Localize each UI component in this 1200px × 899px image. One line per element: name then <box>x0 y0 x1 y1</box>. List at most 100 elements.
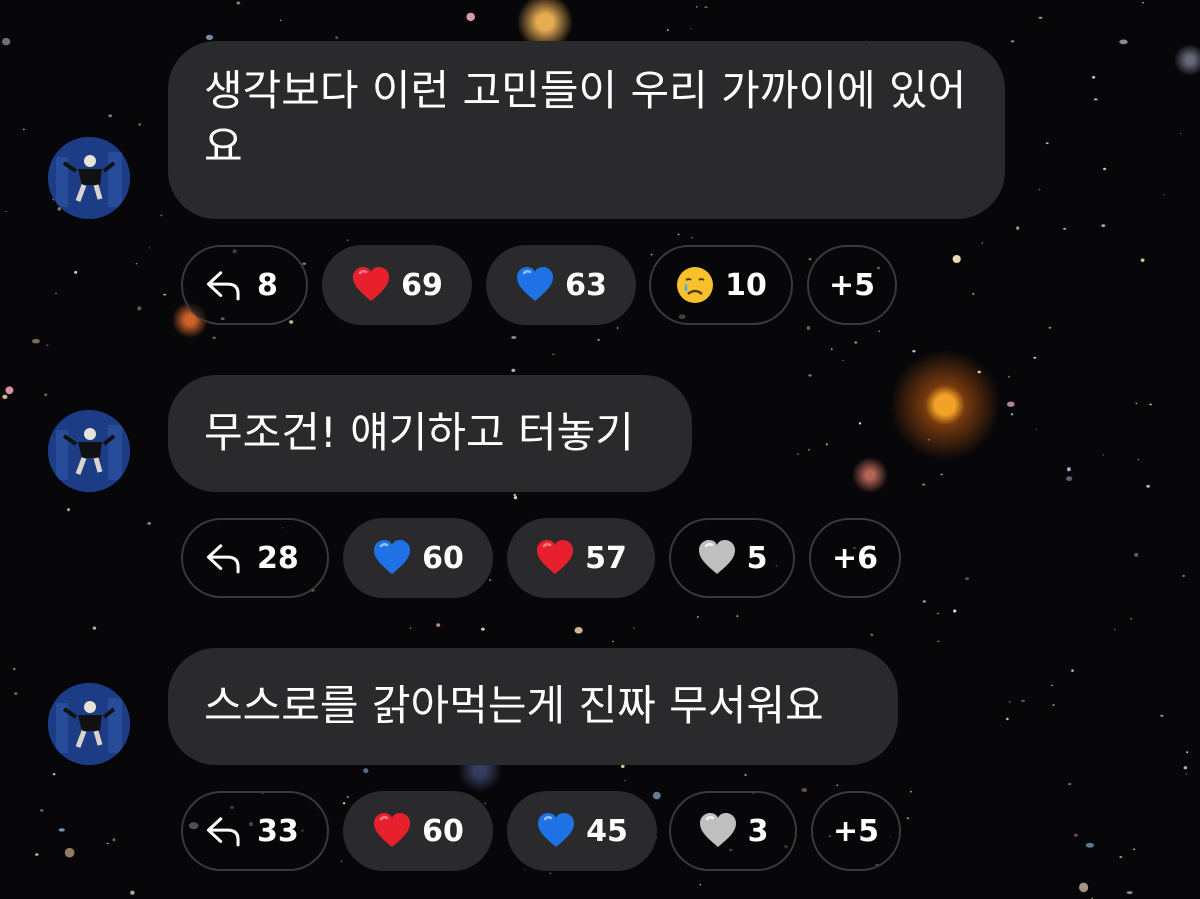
reaction-count: 63 <box>565 267 607 303</box>
star <box>806 326 811 330</box>
star <box>1008 701 1011 703</box>
star <box>67 508 70 512</box>
star <box>1103 167 1107 171</box>
star <box>623 780 626 781</box>
star <box>906 817 909 819</box>
reply-arrow-icon <box>206 271 240 301</box>
star <box>137 306 142 311</box>
star <box>5 386 14 395</box>
star <box>981 242 984 244</box>
reply-button[interactable]: 28 <box>181 518 329 598</box>
reaction-blue-heart[interactable]: 60 <box>343 518 493 598</box>
star <box>138 123 141 126</box>
star <box>1066 476 1073 482</box>
reaction-count: 45 <box>586 813 628 849</box>
reaction-red-heart[interactable]: 57 <box>507 518 655 598</box>
grey-heart-icon <box>698 540 735 574</box>
more-reactions-button[interactable]: +6 <box>809 518 901 598</box>
star <box>1119 39 1128 45</box>
more-reactions-button[interactable]: +5 <box>807 245 897 325</box>
star <box>130 890 135 895</box>
star <box>1068 783 1072 785</box>
star <box>1185 773 1188 775</box>
star <box>1085 842 1095 848</box>
star <box>1033 357 1037 359</box>
star <box>808 258 812 261</box>
reaction-blue-heart[interactable]: 45 <box>507 791 657 871</box>
star <box>696 6 698 8</box>
star <box>1 37 11 46</box>
star <box>236 1 241 5</box>
star <box>940 473 943 476</box>
star <box>13 667 16 671</box>
star <box>1063 227 1067 230</box>
star <box>1119 856 1123 858</box>
star <box>1163 194 1165 196</box>
star <box>696 616 699 618</box>
star <box>1186 751 1189 753</box>
star <box>1183 766 1188 770</box>
star <box>147 522 151 525</box>
star <box>135 263 138 265</box>
star <box>1180 133 1182 135</box>
comment-bubble: 스스로를 갉아먹는게 진짜 무서워요 <box>168 648 898 765</box>
crying-face-icon <box>677 267 714 303</box>
star <box>335 36 339 39</box>
reaction-blue-heart[interactable]: 63 <box>486 245 636 325</box>
star <box>513 493 517 497</box>
reaction-count: 57 <box>585 540 627 576</box>
star <box>808 374 812 377</box>
avatar[interactable] <box>48 683 130 765</box>
star <box>52 773 56 776</box>
star <box>1007 401 1015 407</box>
star <box>910 790 912 793</box>
reaction-count: 69 <box>401 267 443 303</box>
star <box>704 6 708 8</box>
comment-text: 생각보다 이런 고민들이 우리 가까이에 있어요 <box>204 66 967 171</box>
more-reactions-button[interactable]: +5 <box>811 791 901 871</box>
reaction-count: 5 <box>746 540 768 576</box>
star <box>1050 684 1054 687</box>
avatar[interactable] <box>48 410 130 492</box>
star <box>801 788 808 792</box>
blue-heart-icon <box>538 813 575 847</box>
reply-button[interactable]: 33 <box>181 791 329 871</box>
star <box>1073 833 1078 837</box>
star <box>106 842 109 845</box>
star <box>574 627 583 634</box>
star <box>40 809 44 812</box>
star <box>342 802 346 805</box>
blue-heart-icon <box>517 267 554 301</box>
avatar[interactable] <box>48 137 130 219</box>
star <box>1101 224 1106 228</box>
star <box>1130 618 1132 620</box>
star <box>513 496 518 500</box>
star <box>1038 189 1041 191</box>
star <box>1006 717 1009 721</box>
star <box>736 615 739 617</box>
star <box>831 348 833 351</box>
reaction-red-heart[interactable]: 60 <box>343 791 493 871</box>
star <box>44 393 48 397</box>
more-reactions-count: +5 <box>832 813 879 849</box>
reaction-red-heart[interactable]: 69 <box>322 245 472 325</box>
reply-count: 33 <box>257 813 299 849</box>
star <box>922 483 926 486</box>
star <box>1071 669 1074 672</box>
star <box>691 237 694 239</box>
star <box>1137 459 1140 461</box>
star <box>1160 714 1164 717</box>
star <box>1140 258 1145 262</box>
red-heart-icon <box>537 540 574 574</box>
reply-button[interactable]: 8 <box>181 245 308 325</box>
star <box>937 640 940 643</box>
reaction-crying-face[interactable]: 10 <box>649 245 793 325</box>
star <box>1093 98 1098 101</box>
star <box>1010 413 1014 416</box>
star <box>1079 882 1089 893</box>
reaction-grey-heart[interactable]: 3 <box>669 791 797 871</box>
star <box>1149 403 1152 406</box>
reaction-count: 60 <box>422 540 464 576</box>
reaction-grey-heart[interactable]: 5 <box>669 518 795 598</box>
star <box>797 453 799 456</box>
